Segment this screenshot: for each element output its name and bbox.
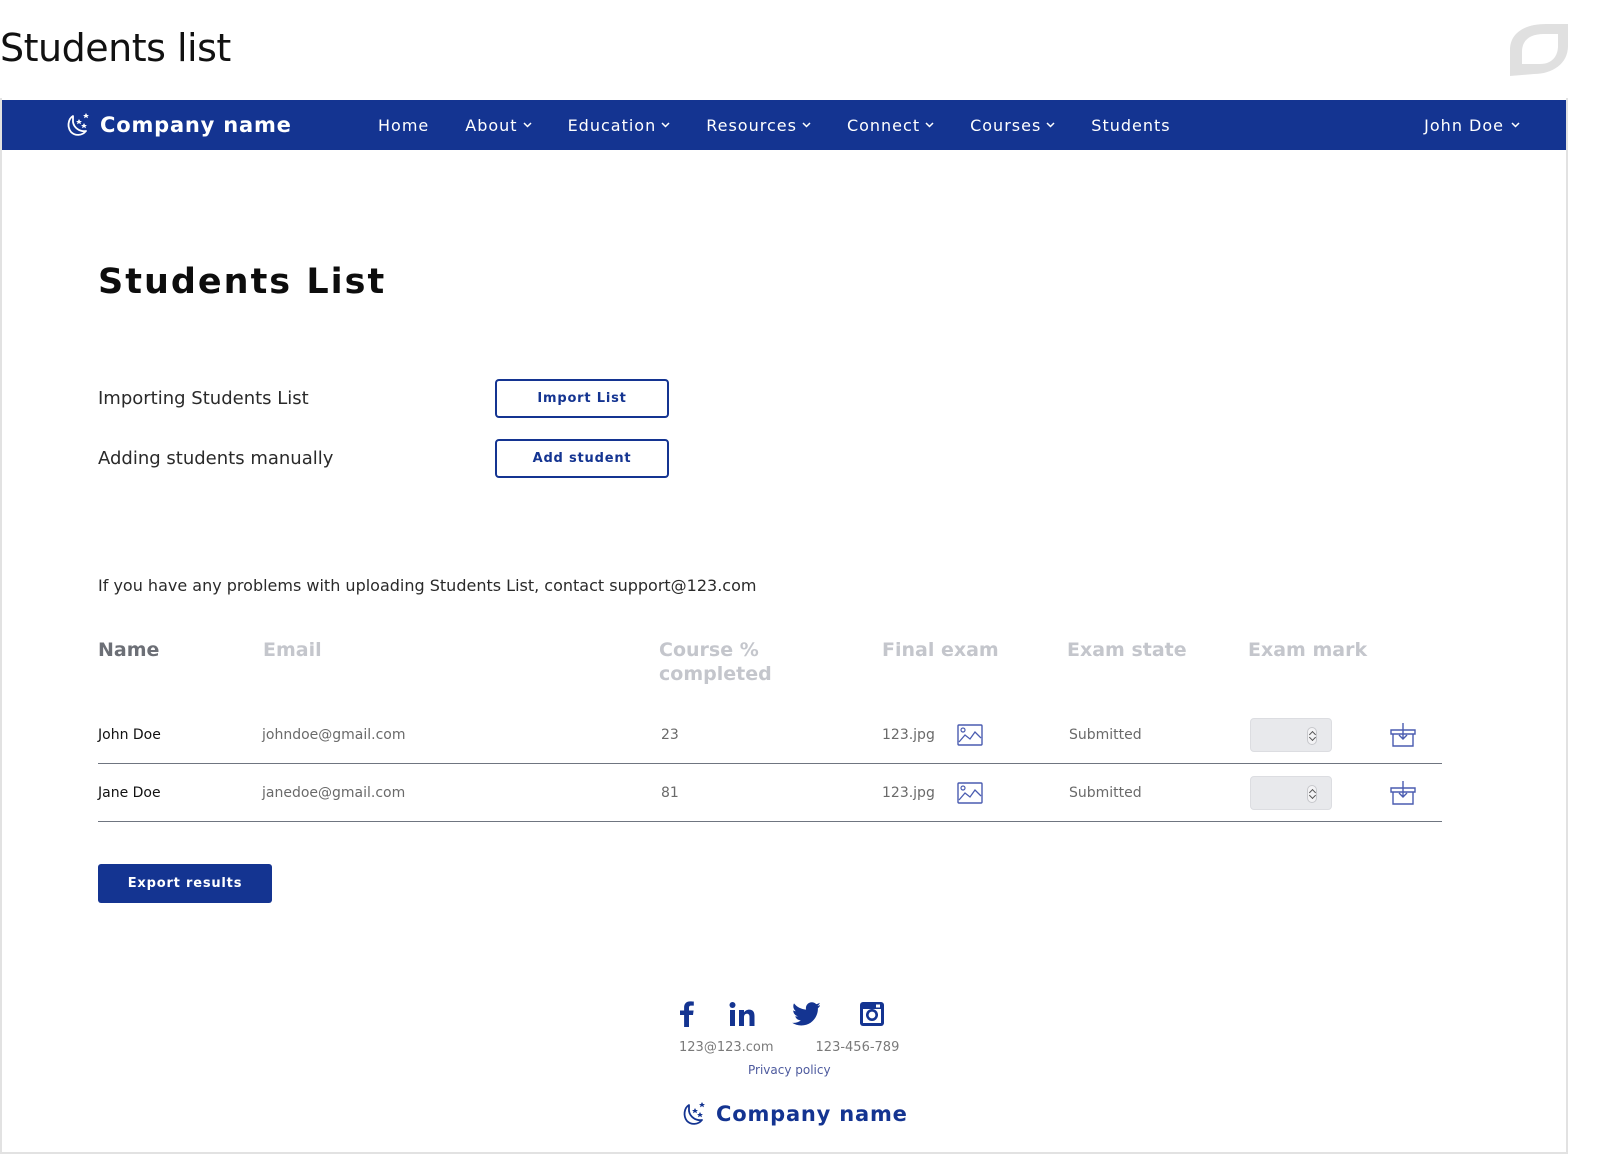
- privacy-policy-link[interactable]: Privacy policy: [748, 1063, 831, 1077]
- archive-download-icon[interactable]: [1390, 780, 1416, 806]
- support-note: If you have any problems with uploading …: [98, 576, 757, 595]
- import-list-button[interactable]: Import List: [495, 379, 669, 418]
- nav-item-label: Students: [1091, 115, 1171, 135]
- linkedin-icon[interactable]: [728, 1000, 756, 1028]
- table-row: Jane Doe janedoe@gmail.com 81 123.jpg Su…: [98, 764, 1442, 822]
- nav-item-label: Education: [567, 115, 657, 135]
- chevron-down-icon: [1511, 122, 1520, 128]
- add-student-button[interactable]: Add student: [495, 439, 669, 478]
- footer-social-links: [676, 1000, 888, 1030]
- instagram-icon[interactable]: [858, 1000, 886, 1028]
- table-header: Name Email Course % completed Final exam…: [98, 636, 1442, 706]
- add-student-row: Adding students manually Add student: [98, 439, 669, 478]
- add-student-label: Adding students manually: [98, 448, 334, 469]
- brand-logo[interactable]: Company name: [64, 100, 292, 150]
- nav-item-label: Connect: [846, 115, 921, 135]
- exam-mark-input[interactable]: [1250, 717, 1332, 752]
- user-name: John Doe: [1424, 115, 1504, 135]
- export-results-button[interactable]: Export results: [98, 864, 272, 903]
- header-course-completed[interactable]: Course % completed: [659, 638, 772, 686]
- cell-final-exam[interactable]: 123.jpg: [882, 727, 935, 743]
- cell-email: johndoe@gmail.com: [262, 726, 406, 743]
- chevron-down-icon: [802, 122, 811, 128]
- nav-item-education[interactable]: Education: [568, 116, 671, 135]
- cell-name: John Doe: [98, 726, 161, 743]
- image-icon[interactable]: [957, 781, 983, 804]
- chevron-down-icon: [925, 122, 934, 128]
- brand-name: Company name: [100, 113, 292, 137]
- image-icon[interactable]: [957, 723, 983, 746]
- corner-logo-icon: [1510, 24, 1568, 76]
- exam-mark-input[interactable]: [1250, 775, 1332, 810]
- nav-menu: Home About Education Resources Connect C…: [378, 100, 1207, 150]
- nav-item-label: About: [465, 115, 518, 135]
- cell-exam-state: Submitted: [1069, 726, 1142, 743]
- header-exam-state[interactable]: Exam state: [1067, 638, 1187, 662]
- chevron-down-icon: [661, 122, 670, 128]
- header-course-line1: Course %: [659, 639, 759, 661]
- main-title: Students List: [98, 262, 387, 302]
- footer-email[interactable]: 123@123.com: [679, 1040, 774, 1055]
- facebook-icon[interactable]: [676, 1000, 698, 1028]
- nav-item-home[interactable]: Home: [378, 116, 429, 135]
- nav-item-label: Resources: [706, 115, 797, 135]
- cell-final-exam[interactable]: 123.jpg: [882, 785, 935, 801]
- import-label: Importing Students List: [98, 388, 309, 409]
- chevron-down-icon: [523, 122, 532, 128]
- nav-item-label: Courses: [970, 115, 1042, 135]
- nav-item-about[interactable]: About: [465, 115, 532, 135]
- stepper-arrows-icon[interactable]: [1307, 726, 1317, 745]
- header-email[interactable]: Email: [263, 638, 322, 662]
- header-course-line2: completed: [659, 663, 772, 685]
- header-name[interactable]: Name: [98, 638, 159, 662]
- chevron-down-icon: [1046, 122, 1055, 128]
- cell-exam-state: Submitted: [1069, 784, 1142, 801]
- footer-brand-logo[interactable]: Company name: [680, 1100, 908, 1128]
- nav-item-resources[interactable]: Resources: [706, 116, 811, 135]
- footer-brand-name: Company name: [716, 1102, 908, 1126]
- import-row: Importing Students List Import List: [98, 379, 669, 418]
- nav-item-students[interactable]: Students: [1091, 116, 1170, 135]
- nav-item-connect[interactable]: Connect: [847, 116, 934, 135]
- cell-course-pct: 81: [661, 784, 679, 801]
- header-final-exam[interactable]: Final exam: [882, 638, 999, 662]
- stepper-arrows-icon[interactable]: [1307, 784, 1317, 803]
- students-table: Name Email Course % completed Final exam…: [98, 636, 1442, 822]
- cell-email: janedoe@gmail.com: [262, 784, 406, 801]
- nav-item-label: Home: [378, 115, 430, 135]
- cell-course-pct: 23: [661, 726, 679, 743]
- page-heading: Students list: [0, 26, 231, 70]
- navbar: Company name Home About Education Resour…: [2, 100, 1566, 150]
- moon-stars-icon: [683, 1102, 705, 1125]
- user-menu[interactable]: John Doe: [1424, 100, 1520, 150]
- archive-download-icon[interactable]: [1390, 722, 1416, 748]
- twitter-icon[interactable]: [792, 1000, 820, 1028]
- wireframe-frame: [0, 98, 1568, 1154]
- header-exam-mark[interactable]: Exam mark: [1248, 638, 1367, 662]
- cell-name: Jane Doe: [98, 784, 161, 801]
- footer-contacts: 123@123.com 123-456-789: [679, 1040, 899, 1055]
- moon-stars-icon: [67, 113, 89, 136]
- table-row: John Doe johndoe@gmail.com 23 123.jpg Su…: [98, 706, 1442, 764]
- footer-phone[interactable]: 123-456-789: [816, 1040, 900, 1055]
- nav-item-courses[interactable]: Courses: [970, 116, 1055, 135]
